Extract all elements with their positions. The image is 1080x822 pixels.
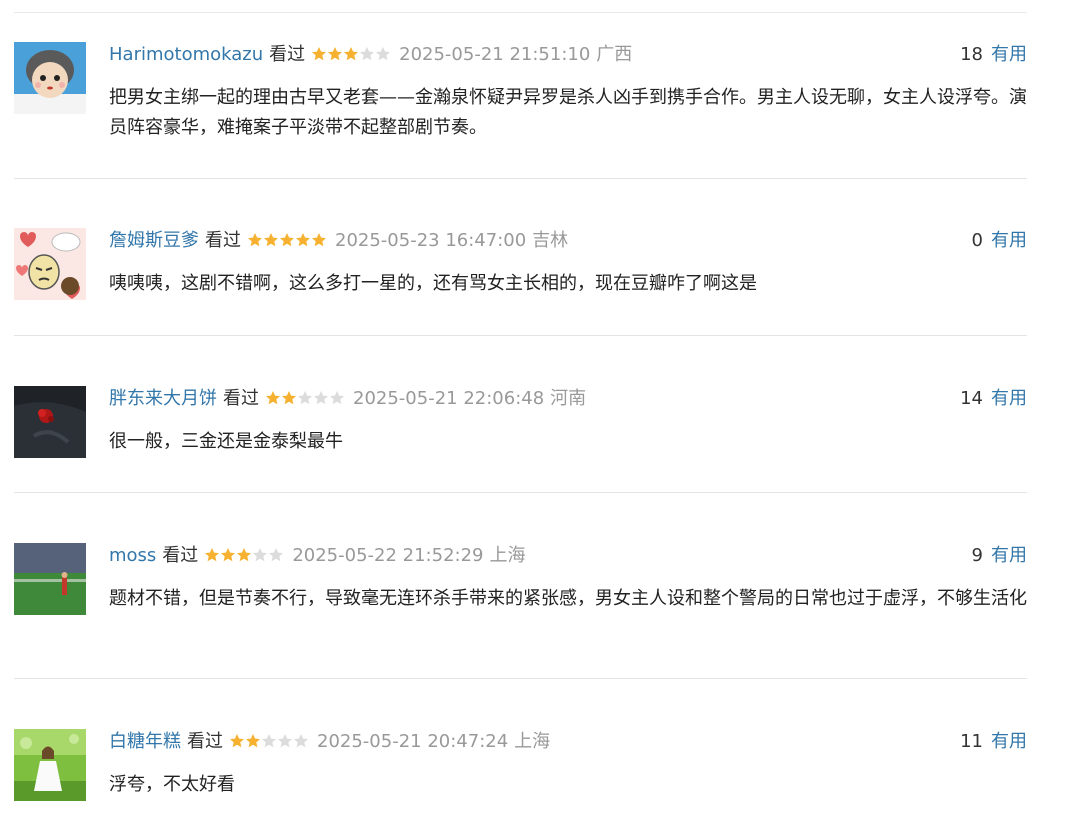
comment-time: 2025-05-21 21:51:10 (399, 44, 591, 65)
username-link[interactable]: moss (109, 545, 156, 566)
comment-location: 上海 (514, 731, 551, 752)
star-rating (204, 545, 284, 571)
comment-text: 咦咦咦，这剧不错啊，这么多打一星的，还有骂女主长相的，现在豆瓣咋了啊这是 (109, 273, 757, 294)
star-filled-icon (282, 391, 296, 405)
star-filled-icon (221, 548, 236, 562)
comment-meta: 白糖年糕 看过 2025-05-21 20:47:24 上海 (109, 729, 1027, 755)
avatar[interactable] (14, 729, 86, 801)
watched-label: 看过 (223, 388, 259, 409)
girl-in-field-avatar-icon (14, 729, 86, 801)
star-filled-icon (344, 47, 359, 61)
star-filled-icon (264, 233, 278, 247)
star-filled-icon (246, 734, 260, 748)
star-empty-icon (253, 548, 268, 562)
comment-location: 吉林 (532, 230, 569, 251)
star-filled-icon (230, 734, 244, 748)
hearts-cartoon-avatar-icon (14, 228, 86, 300)
comment-meta: moss 看过 2025-05-22 21:52:29 上海 (109, 543, 1027, 569)
watched-label: 看过 (205, 230, 241, 251)
star-rating (247, 230, 327, 256)
vote-area: 11 有用 (960, 729, 1027, 755)
avatar[interactable] (14, 228, 86, 300)
username-link[interactable]: Harimotomokazu (109, 44, 263, 65)
vote-count: 18 (960, 44, 983, 65)
useful-button[interactable]: 有用 (991, 44, 1027, 65)
avatar[interactable] (14, 42, 86, 114)
vote-count: 9 (971, 545, 983, 566)
star-filled-icon (237, 548, 252, 562)
vote-area: 14 有用 (960, 386, 1027, 412)
avatar[interactable] (14, 543, 86, 615)
comment-text: 浮夸，不太好看 (109, 774, 235, 795)
vote-count: 0 (971, 230, 983, 251)
star-empty-icon (314, 391, 328, 405)
star-empty-icon (262, 734, 276, 748)
comment-text: 把男女主绑一起的理由古早又老套——金瀚泉怀疑尹异罗是杀人凶手到携手合作。男主人设… (109, 87, 1027, 138)
star-empty-icon (330, 391, 344, 405)
comment-text: 很一般，三金还是金泰梨最牛 (109, 431, 343, 452)
vote-area: 9 有用 (972, 543, 1027, 569)
comment-meta: Harimotomokazu 看过 2025-05-21 21:51:10 广西 (109, 42, 1027, 68)
star-rating (265, 388, 345, 414)
top-divider (14, 12, 1027, 13)
username-link[interactable]: 白糖年糕 (109, 731, 181, 752)
star-empty-icon (360, 47, 375, 61)
comment-location: 河南 (550, 388, 587, 409)
divider (14, 335, 1027, 336)
comment-time: 2025-05-21 22:06:48 (353, 388, 545, 409)
username-link[interactable]: 詹姆斯豆爹 (109, 230, 199, 251)
useful-button[interactable]: 有用 (991, 388, 1027, 409)
star-empty-icon (294, 734, 308, 748)
vote-count: 11 (960, 731, 983, 752)
star-filled-icon (328, 47, 343, 61)
star-empty-icon (269, 548, 284, 562)
stadium-photo-avatar-icon (14, 543, 86, 615)
useful-button[interactable]: 有用 (991, 545, 1027, 566)
divider (14, 678, 1027, 679)
cartoon-boy-avatar-icon (14, 42, 86, 114)
dark-rose-avatar-icon (14, 386, 86, 458)
username-link[interactable]: 胖东来大月饼 (109, 388, 217, 409)
comment-time: 2025-05-21 20:47:24 (317, 731, 509, 752)
star-rating (311, 44, 391, 70)
star-filled-icon (280, 233, 294, 247)
star-empty-icon (376, 47, 391, 61)
watched-label: 看过 (187, 731, 223, 752)
useful-button[interactable]: 有用 (991, 230, 1027, 251)
star-rating (229, 731, 309, 757)
divider (14, 178, 1027, 179)
star-filled-icon (312, 47, 327, 61)
vote-area: 0 有用 (972, 228, 1027, 254)
vote-count: 14 (960, 388, 983, 409)
star-filled-icon (266, 391, 280, 405)
comment-time: 2025-05-23 16:47:00 (335, 230, 527, 251)
vote-area: 18 有用 (960, 42, 1027, 68)
star-empty-icon (298, 391, 312, 405)
star-filled-icon (296, 233, 310, 247)
avatar[interactable] (14, 386, 86, 458)
star-filled-icon (205, 548, 220, 562)
comment-location: 上海 (489, 545, 526, 566)
comment-meta: 胖东来大月饼 看过 2025-05-21 22:06:48 河南 (109, 386, 1027, 412)
star-filled-icon (248, 233, 262, 247)
comment-time: 2025-05-22 21:52:29 (292, 545, 484, 566)
watched-label: 看过 (162, 545, 199, 566)
comment-text: 题材不错，但是节奏不行，导致毫无连环杀手带来的紧张感，男女主人设和整个警局的日常… (109, 588, 1027, 609)
useful-button[interactable]: 有用 (991, 731, 1027, 752)
star-filled-icon (312, 233, 326, 247)
star-empty-icon (278, 734, 292, 748)
comment-meta: 詹姆斯豆爹 看过 2025-05-23 16:47:00 吉林 (109, 228, 1027, 254)
comment-location: 广西 (596, 44, 633, 65)
watched-label: 看过 (269, 44, 306, 65)
divider (14, 492, 1027, 493)
